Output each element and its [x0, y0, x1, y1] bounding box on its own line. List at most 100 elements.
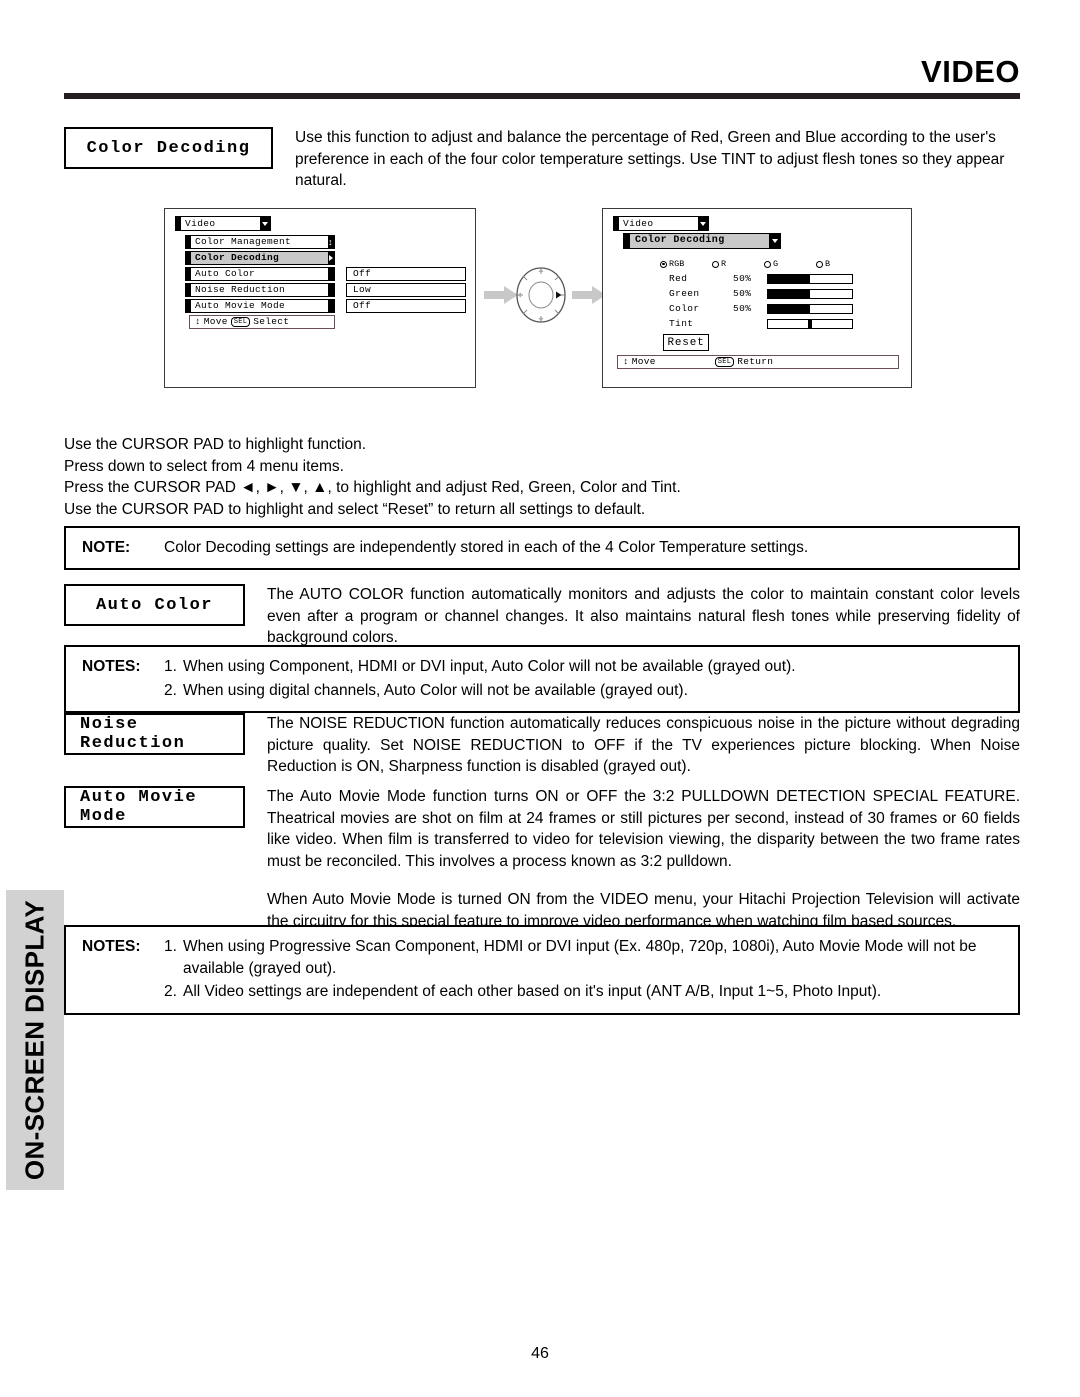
radio-label: B — [825, 259, 831, 269]
osd-value-auto-color: Off — [346, 267, 466, 281]
slider-label: Tint — [669, 318, 694, 329]
note-item-number: 1. — [164, 658, 177, 675]
osd-left-hint-bar: ↕ Move SEL Select — [189, 315, 335, 329]
cursor-instruction-line: Use the CURSOR PAD to highlight function… — [64, 436, 367, 453]
paragraph: The AUTO COLOR function automatically mo… — [267, 586, 1020, 646]
osd-row-color-decoding[interactable]: Color Decoding — [185, 251, 335, 265]
slider-track[interactable] — [767, 289, 853, 299]
slider-track[interactable] — [767, 274, 853, 284]
note-item: 1. When using Component, HDMI or DVI inp… — [164, 656, 1004, 678]
section-tab: ON-SCREEN DISPLAY — [6, 890, 64, 1190]
osd-row-noise-reduction[interactable]: Noise Reduction — [185, 283, 335, 297]
flow-arrow-icon — [572, 286, 606, 304]
updown-arrows-icon: ↕ — [195, 317, 201, 327]
slider-fill — [768, 290, 810, 298]
radio-rgb[interactable]: RGB — [660, 259, 712, 269]
note-item: 2. When using digital channels, Auto Col… — [164, 680, 1004, 702]
radio-label: R — [721, 259, 727, 269]
radio-g[interactable]: G — [764, 259, 816, 269]
paragraph: The NOISE REDUCTION function automatical… — [267, 715, 1020, 775]
text-auto-movie-mode: The Auto Movie Mode function turns ON or… — [245, 786, 1020, 932]
osd-value-auto-movie-mode: Off — [346, 299, 466, 313]
osd-row-label: Auto Color — [195, 268, 256, 279]
note-item-text: All Video settings are independent of ea… — [183, 983, 882, 1000]
hint-action-label: Return — [737, 356, 774, 367]
note-item-list: 1. When using Progressive Scan Component… — [164, 936, 1004, 1003]
label-auto-movie-mode: Auto Movie Mode — [64, 786, 245, 828]
slider-red[interactable]: Red 50% — [669, 273, 853, 285]
note-item-text: When using digital channels, Auto Color … — [183, 681, 688, 699]
note-item-text: When using Progressive Scan Component, H… — [183, 938, 977, 977]
osd-row-label: Auto Movie Mode — [195, 300, 286, 311]
section-tab-label: ON-SCREEN DISPLAY — [19, 899, 50, 1181]
osd-screen-video-menu: Video Color Management Color Decoding Au… — [164, 208, 476, 388]
note-tag: NOTE: — [82, 539, 131, 556]
row-end-marker — [328, 300, 334, 312]
radio-label: RGB — [669, 259, 685, 269]
note-item-number: 2. — [164, 983, 177, 1000]
slider-label: Color — [669, 303, 700, 314]
text-color-decoding: Use this function to adjust and balance … — [273, 127, 1020, 192]
label-auto-color: Auto Color — [64, 584, 245, 626]
sel-key-icon: SEL — [230, 317, 251, 327]
slider-label: Red — [669, 273, 688, 284]
cursor-pad-icon — [516, 267, 566, 323]
paragraph: Use this function to adjust and balance … — [295, 129, 1005, 189]
slider-knob[interactable] — [808, 320, 812, 328]
osd-screen-color-decoding: Video Color Decoding RGB R G B Red 50% G… — [602, 208, 912, 388]
slider-color[interactable]: Color 50% — [669, 303, 853, 315]
sel-key-icon: SEL — [714, 357, 735, 367]
radio-dot-icon — [816, 260, 823, 268]
chevron-right-icon — [328, 252, 334, 264]
osd-row-auto-color[interactable]: Auto Color — [185, 267, 335, 281]
note-text: Color Decoding settings are independentl… — [164, 539, 809, 556]
osd-right-title-dropdown[interactable]: Video — [613, 216, 709, 231]
note-item-number: 2. — [164, 681, 177, 699]
slider-value: 50% — [733, 303, 752, 314]
header-rule — [64, 93, 1020, 99]
radio-b[interactable]: B — [816, 259, 830, 269]
slider-track[interactable] — [767, 304, 853, 314]
osd-left-title-dropdown[interactable]: Video — [175, 216, 271, 231]
osd-row-label: Noise Reduction — [195, 284, 286, 295]
hint-action-label: Select — [253, 316, 290, 327]
note-item-number: 1. — [164, 938, 177, 955]
text-noise-reduction: The NOISE REDUCTION function automatical… — [245, 713, 1020, 778]
note-box-auto-color: NOTES: 1. When using Component, HDMI or … — [64, 645, 1020, 713]
slider-green[interactable]: Green 50% — [669, 288, 853, 300]
paragraph: The Auto Movie Mode function turns ON or… — [267, 788, 1020, 870]
note-tag: NOTES: — [82, 658, 141, 675]
feature-noise-reduction: Noise Reduction The NOISE REDUCTION func… — [64, 713, 1020, 778]
note-tag: NOTES: — [82, 938, 141, 955]
note-item: 2. All Video settings are independent of… — [164, 981, 1004, 1003]
slider-value: 50% — [733, 273, 752, 284]
osd-left-title-text: Video — [185, 218, 216, 229]
page-number: 46 — [531, 1345, 549, 1362]
row-end-marker — [328, 268, 334, 280]
cursor-instruction-line: Use the CURSOR PAD to highlight and sele… — [64, 500, 646, 518]
hint-move-label: Move — [631, 356, 656, 367]
radio-label: G — [773, 259, 779, 269]
radio-r[interactable]: R — [712, 259, 764, 269]
chevron-down-icon — [698, 217, 708, 230]
feature-auto-movie-mode: Auto Movie Mode The Auto Movie Mode func… — [64, 786, 1020, 932]
note-box-color-decoding: NOTE: Color Decoding settings are indepe… — [64, 526, 1020, 570]
slider-tint[interactable]: Tint — [669, 318, 853, 330]
cursor-instruction-line: Press down to select from 4 menu items. — [64, 457, 344, 475]
slider-track[interactable] — [767, 319, 853, 329]
feature-color-decoding: Color Decoding Use this function to adju… — [64, 127, 1020, 192]
page-header: VIDEO — [64, 55, 1020, 99]
osd-row-color-management[interactable]: Color Management — [185, 235, 335, 249]
osd-submenu-color-decoding[interactable]: Color Decoding — [623, 233, 781, 249]
cursor-instruction-line: Press the CURSOR PAD ◄, ►, ▼, ▲, to high… — [64, 479, 681, 496]
slider-fill — [768, 275, 810, 283]
note-item-text: When using Component, HDMI or DVI input,… — [183, 658, 796, 675]
label-color-decoding: Color Decoding — [64, 127, 273, 169]
slider-fill — [768, 305, 810, 313]
slider-value: 50% — [733, 288, 752, 299]
osd-row-label: Color Management — [195, 236, 292, 247]
note-box-auto-movie-mode: NOTES: 1. When using Progressive Scan Co… — [64, 925, 1020, 1015]
reset-button[interactable]: Reset — [663, 334, 709, 351]
osd-row-auto-movie-mode[interactable]: Auto Movie Mode — [185, 299, 335, 313]
label-noise-reduction: Noise Reduction — [64, 713, 245, 755]
